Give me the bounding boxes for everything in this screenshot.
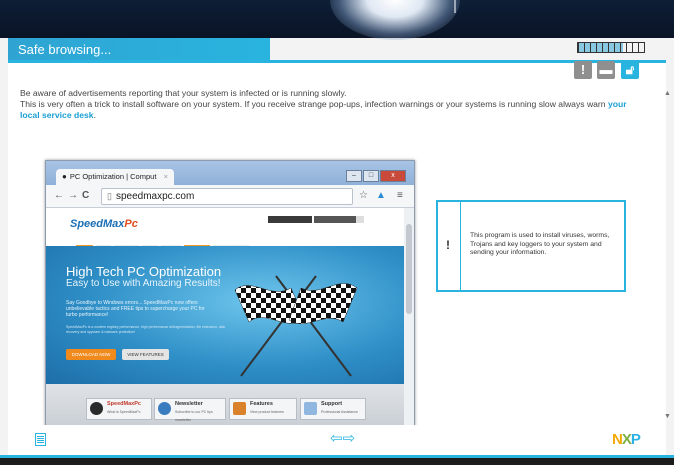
page-icon: ▯ (107, 191, 112, 201)
notes-icon[interactable]: ▬ (597, 61, 615, 79)
address-bar: ▯ speedmaxpc.com (101, 188, 353, 205)
logo-x: X (621, 431, 632, 448)
site-menu: HOMEAUTOFEATURESPRICEVIDEOSDOWNLOADFREE … (76, 236, 252, 252)
site-country-select (268, 216, 312, 223)
window-controls: – □ x (345, 164, 406, 182)
checkered-flags-icon (234, 275, 358, 377)
site-features-button: VIEW FEATURES (122, 349, 169, 360)
site-footer-card: Support Professional Assistance (300, 398, 366, 420)
minimize-icon: – (346, 170, 362, 182)
scroll-down-icon[interactable]: ▼ (664, 413, 671, 420)
nav-arrows-icon[interactable]: ⇦⇨ (330, 429, 355, 447)
browser-menu-icon: ≡ (397, 190, 403, 201)
features-icon (233, 402, 246, 415)
browser-navbar: ← → C ▯ speedmaxpc.com ☆ ▲ ≡ (46, 185, 414, 208)
footer-strip (0, 458, 674, 465)
speedometer-icon (90, 402, 103, 415)
site-header: SpeedMaxPc HOMEAUTOFEATURESPRICEVIDEOSDO… (46, 208, 404, 252)
info-callout: ! This program is used to install viruse… (436, 200, 626, 292)
card-title: Features (250, 401, 273, 407)
site-hero: High Tech PC Optimization Easy to Use wi… (46, 246, 404, 384)
banner-divider (454, 0, 456, 13)
exclamation-icon: ! (446, 238, 450, 252)
site-headline: High Tech PC Optimization (66, 264, 222, 279)
intro-line-2: This is very often a trick to install so… (20, 99, 640, 121)
site-download-button: DOWNLOAD NOW (66, 349, 116, 360)
site-blurb: Say Goodbye to Windows errors... SpeedMa… (66, 300, 205, 318)
support-icon (304, 402, 317, 415)
extension-icon: ▲ (376, 190, 386, 201)
browser-screenshot: ● PC Optimization | Comput × – □ x ← → C ▯ s… (45, 160, 415, 430)
newsletter-icon (158, 402, 171, 415)
site-footer: SpeedMaxPc What is SpeedMaxPc Newsletter… (46, 384, 404, 429)
logo-n: N (612, 431, 623, 448)
browser-tab-title: PC Optimization | Comput (69, 172, 157, 181)
forward-icon: → (68, 190, 78, 201)
favicon-icon: ● (62, 172, 67, 181)
callout-divider (460, 202, 461, 290)
bookmark-star-icon: ☆ (359, 190, 368, 201)
progress-ruler (577, 42, 645, 53)
back-icon: ← (54, 190, 64, 201)
card-title: Newsletter (175, 401, 203, 407)
site-blurb-small: SpeedMaxPc is a modern registry performa… (66, 325, 226, 334)
module-title: Safe browsing... (18, 42, 112, 57)
card-title: Support (321, 401, 343, 407)
card-sub: What is SpeedMaxPc (107, 410, 141, 414)
site-search-button (356, 216, 364, 223)
course-player: Safe browsing... ! ▬ 🔓︎ Be aware of adve… (0, 0, 674, 465)
intro-line-1: Be aware of advertisements reporting tha… (20, 88, 347, 98)
site-logo: SpeedMaxPc (70, 218, 138, 230)
intro-line-2-text: This is very often a trick to install so… (20, 99, 608, 110)
content-scrollbar[interactable]: ▲ ▼ (664, 90, 671, 420)
callout-text: This program is used to install viruses,… (470, 232, 610, 257)
alert-icon[interactable]: ! (574, 61, 592, 79)
site-subheadline: Easy to Use with Amazing Results! (66, 278, 221, 289)
reload-icon: C (82, 190, 90, 201)
intro-line-2-end: . (93, 110, 96, 121)
site-footer-card: SpeedMaxPc What is SpeedMaxPc (86, 398, 152, 420)
close-icon: x (380, 170, 406, 182)
browser-tab: ● PC Optimization | Comput × (56, 169, 174, 185)
site-scrollbar (404, 208, 414, 429)
bottom-bar: ⇦⇨ NXP (8, 425, 666, 455)
site-footer-card: Features View product features (229, 398, 297, 420)
module-title-bar: Safe browsing... (8, 38, 270, 62)
document-icon[interactable] (35, 433, 46, 446)
lock-icon[interactable]: 🔓︎ (621, 61, 639, 79)
address-text: speedmaxpc.com (115, 191, 195, 202)
intro-text: Be aware of advertisements reporting tha… (20, 88, 640, 122)
maximize-icon: □ (363, 170, 379, 182)
card-sub: Subscribe to our PC tips newsletter (175, 410, 213, 422)
browser-tabstrip: ● PC Optimization | Comput × – □ x (46, 161, 414, 185)
site-logo-main: SpeedMax (70, 218, 125, 230)
nxp-logo: NXP (612, 431, 641, 448)
logo-p: P (630, 431, 641, 448)
tab-close-icon: × (163, 172, 168, 181)
website-page: SpeedMaxPc HOMEAUTOFEATURESPRICEVIDEOSDO… (46, 208, 404, 429)
site-logo-accent: Pc (124, 218, 138, 230)
site-search (314, 216, 356, 223)
scroll-up-icon[interactable]: ▲ (664, 90, 671, 97)
site-footer-card: Newsletter Subscribe to our PC tips news… (154, 398, 226, 422)
card-sub: View product features (250, 410, 284, 414)
site-scroll-thumb (406, 224, 412, 314)
card-sub: Professional Assistance (321, 410, 358, 414)
card-title: SpeedMaxPc (107, 401, 141, 407)
